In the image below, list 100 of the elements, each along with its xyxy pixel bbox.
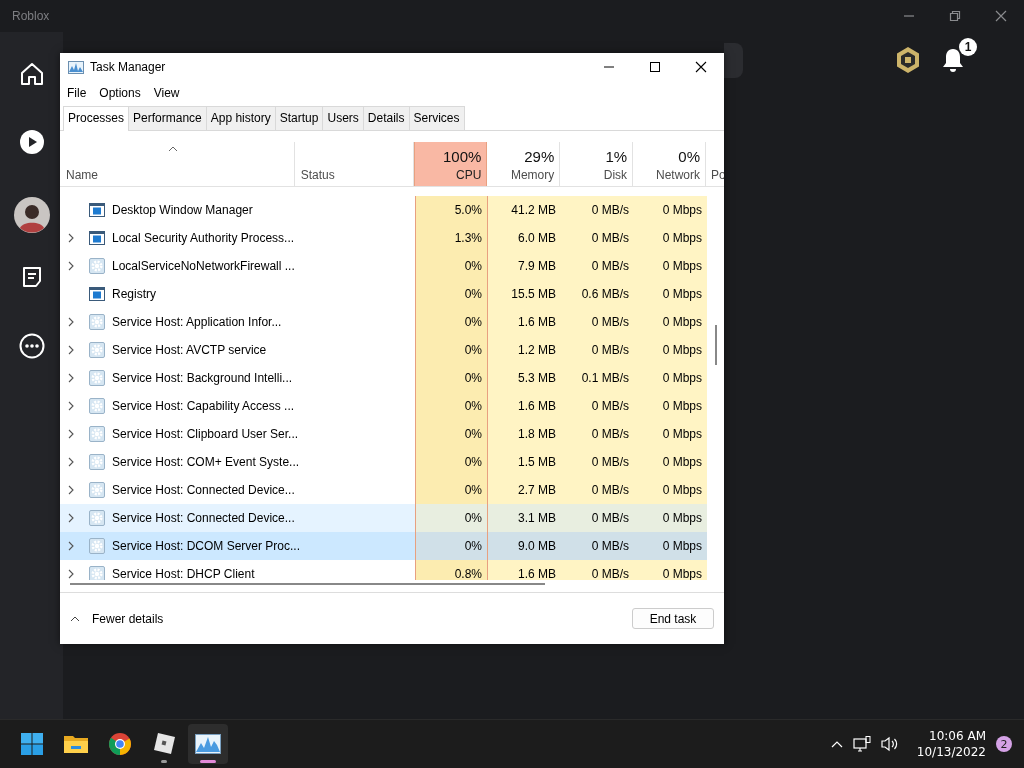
menu-item[interactable]: View xyxy=(153,85,180,100)
chevron-icon[interactable] xyxy=(68,233,74,243)
tab[interactable]: Users xyxy=(322,106,364,130)
process-row[interactable]: Service Host: Application Infor... xyxy=(60,308,415,336)
process-name: Service Host: Clipboard User Ser... xyxy=(112,427,299,441)
table-cell: 0% xyxy=(415,252,488,280)
gear-icon xyxy=(89,482,105,498)
table-cell: 0.1 MB/s xyxy=(561,364,634,392)
restore-icon[interactable] xyxy=(949,10,961,22)
tab[interactable]: Startup xyxy=(274,106,324,130)
table-cell: 0% xyxy=(415,364,488,392)
process-row[interactable]: Service Host: COM+ Event Syste... xyxy=(60,448,415,476)
column-percent: 100% xyxy=(442,148,482,165)
tab[interactable]: Services xyxy=(408,106,465,130)
scrollbar-thumb[interactable] xyxy=(70,583,545,585)
process-row[interactable]: Service Host: DCOM Server Proc... xyxy=(60,532,415,560)
gear-icon xyxy=(89,566,105,580)
table-cell: 0 MB/s xyxy=(561,420,634,448)
tab[interactable]: Details xyxy=(362,106,410,130)
column-header[interactable]: 100% CPU xyxy=(414,142,488,186)
process-row[interactable]: Service Host: Capability Access ... xyxy=(60,392,415,420)
process-row[interactable]: Desktop Window Manager xyxy=(60,196,415,224)
column-header[interactable]: 29% Memory xyxy=(487,142,561,186)
process-name: Service Host: AVCTP service xyxy=(112,343,267,357)
table-cell: 0 MB/s xyxy=(561,252,634,280)
process-row[interactable]: Service Host: Clipboard User Ser... xyxy=(60,420,415,448)
search-field[interactable] xyxy=(724,42,743,78)
browser-icon xyxy=(108,732,132,756)
chevron-icon[interactable] xyxy=(68,457,74,467)
table-cell: 9.0 MB xyxy=(488,532,561,560)
table-cell: 0% xyxy=(415,308,488,336)
chevron-icon[interactable] xyxy=(68,569,74,579)
chevron-icon[interactable] xyxy=(68,513,74,523)
process-name: Service Host: Application Infor... xyxy=(112,315,282,329)
menu-item[interactable]: File xyxy=(67,85,87,100)
table-cell: 6.0 MB xyxy=(488,224,561,252)
process-row[interactable]: Local Security Authority Process... xyxy=(60,224,415,252)
process-row[interactable]: Service Host: DHCP Client xyxy=(60,560,415,580)
table-cell: 0 Mbps xyxy=(634,476,707,504)
process-row[interactable]: Registry xyxy=(60,280,415,308)
maximize-icon[interactable] xyxy=(649,61,661,73)
table-cell: 0 MB/s xyxy=(561,392,634,420)
chevron-icon[interactable] xyxy=(68,541,74,551)
chevron-icon[interactable] xyxy=(68,261,74,271)
bell-icon[interactable] xyxy=(941,47,965,73)
close-icon[interactable] xyxy=(695,61,707,73)
chevron-icon[interactable] xyxy=(68,317,74,327)
tab[interactable]: Performance xyxy=(128,106,207,130)
column-label: Disk xyxy=(603,168,628,182)
tab[interactable]: Processes xyxy=(63,106,130,131)
more-icon[interactable] xyxy=(18,333,45,359)
volume-icon[interactable] xyxy=(880,736,899,752)
column-label: Memory xyxy=(510,168,555,182)
process-row[interactable]: Service Host: Background Intelli... xyxy=(60,364,415,392)
play-icon[interactable] xyxy=(18,129,45,155)
column-header[interactable]: 1% Disk xyxy=(560,142,634,186)
gear-icon xyxy=(89,258,105,274)
notification-badge[interactable]: 2 xyxy=(996,736,1012,752)
avatar-icon[interactable] xyxy=(13,197,50,233)
table-cell: 5.0% xyxy=(415,196,488,224)
chevron-up-icon[interactable] xyxy=(830,740,843,748)
table-cell: 0% xyxy=(415,504,488,532)
hexagon-coin-icon[interactable] xyxy=(895,46,921,74)
process-row[interactable]: LocalServiceNoNetworkFirewall ... xyxy=(60,252,415,280)
column-label: Network xyxy=(656,168,700,182)
table-cell: 0 MB/s xyxy=(561,196,634,224)
process-name: Registry xyxy=(112,287,156,301)
network-icon[interactable] xyxy=(852,736,871,752)
fewer-details-button[interactable]: Fewer details xyxy=(70,611,164,626)
process-row[interactable]: Service Host: Connected Device... xyxy=(60,504,415,532)
table-cell: 1.5 MB xyxy=(488,448,561,476)
menu-item[interactable]: Options xyxy=(99,85,141,100)
home-icon[interactable] xyxy=(18,61,45,87)
end-task-button[interactable]: End task xyxy=(632,608,714,629)
process-name: Service Host: DHCP Client xyxy=(112,567,255,580)
column-header[interactable]: Status xyxy=(300,168,414,182)
chevron-icon[interactable] xyxy=(68,485,74,495)
column-header[interactable]: 0% Network xyxy=(633,142,706,186)
table-cell: 0 Mbps xyxy=(634,420,707,448)
chevron-icon[interactable] xyxy=(68,345,74,355)
scrollbar-thumb[interactable] xyxy=(715,325,717,365)
chevron-icon[interactable] xyxy=(68,401,74,411)
column-header[interactable]: Name xyxy=(66,168,98,182)
process-row[interactable]: Service Host: Connected Device... xyxy=(60,476,415,504)
start-icon xyxy=(20,732,44,756)
taskbar-button[interactable] xyxy=(188,724,228,764)
table-cell: 0 MB/s xyxy=(561,336,634,364)
chevron-icon[interactable] xyxy=(68,373,74,383)
table-cell: 1.8 MB xyxy=(488,420,561,448)
table-cell: 1.6 MB xyxy=(488,560,561,580)
chevron-icon[interactable] xyxy=(68,429,74,439)
table-cell: 1.6 MB xyxy=(488,392,561,420)
process-row[interactable]: Service Host: AVCTP service xyxy=(60,336,415,364)
table-cell: 5.3 MB xyxy=(488,364,561,392)
tab[interactable]: App history xyxy=(205,106,276,130)
table-cell: 0 MB/s xyxy=(561,504,634,532)
clock[interactable]: 10:06 AM 10/13/2022 xyxy=(916,728,986,760)
table-cell: 0 Mbps xyxy=(634,196,707,224)
table-cell: 1.3% xyxy=(415,224,488,252)
gear-icon xyxy=(89,370,105,386)
